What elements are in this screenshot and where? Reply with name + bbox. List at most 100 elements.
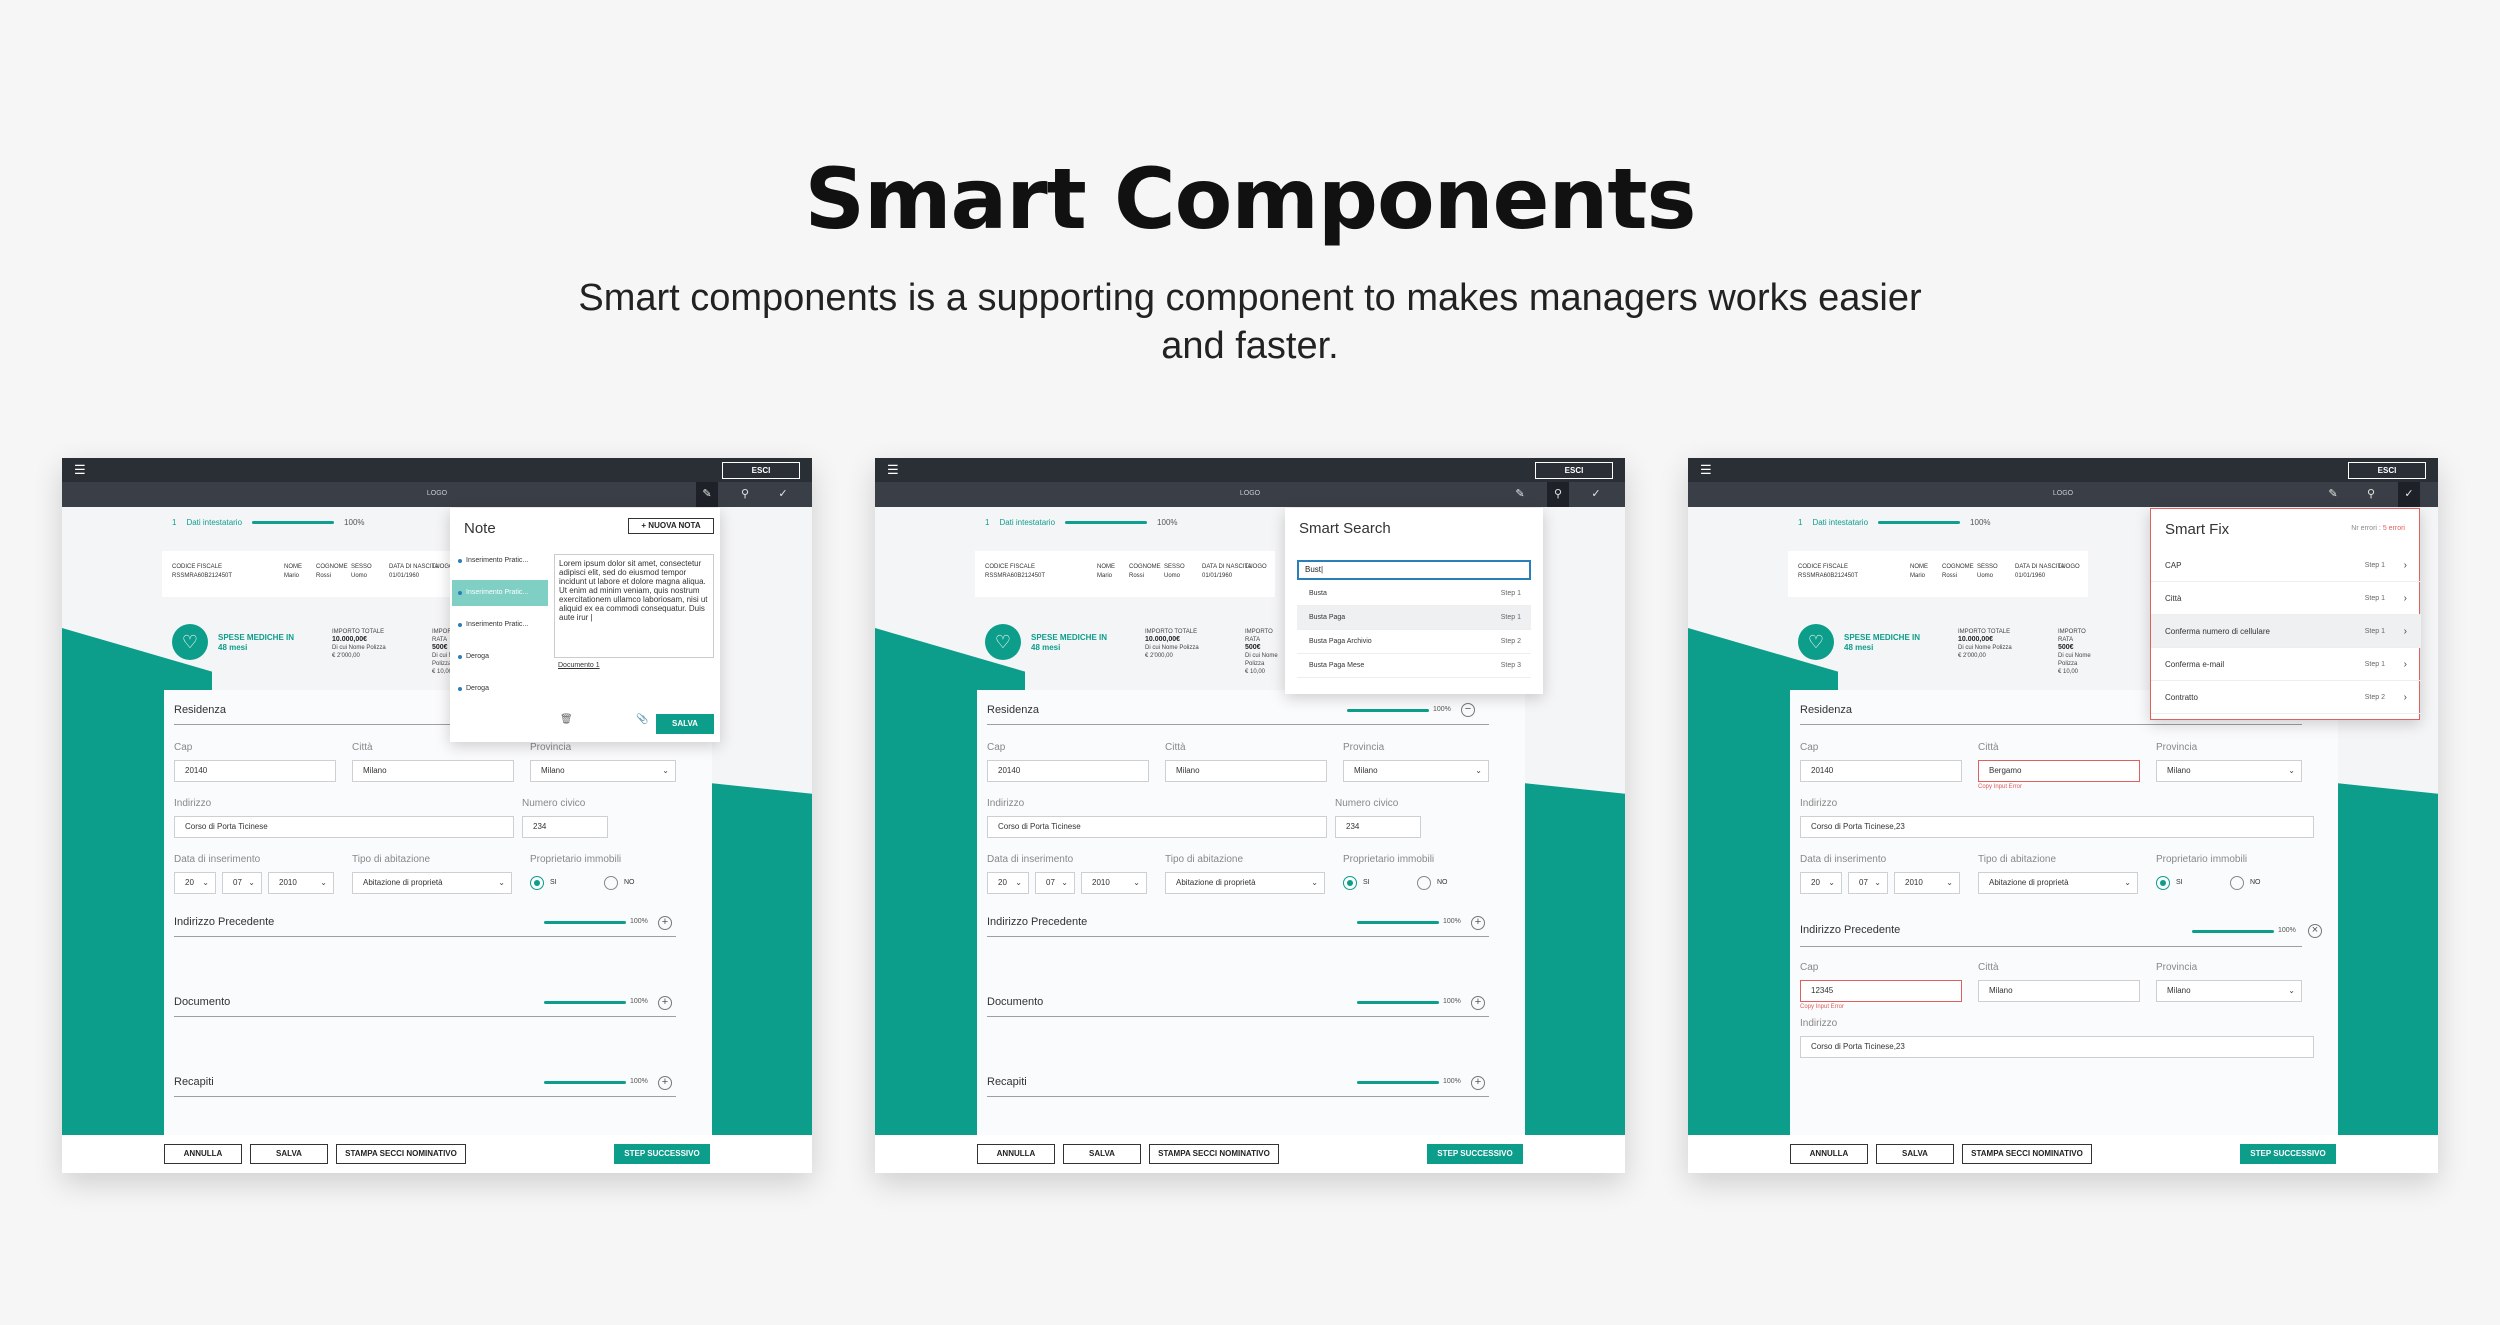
expand-icon[interactable]: + (1471, 916, 1485, 930)
indirizzo-field[interactable]: Corso di Porta Ticinese (987, 816, 1327, 838)
stampa-button[interactable]: STAMPA SECCI NOMINATIVO (1962, 1144, 2092, 1164)
expand-icon[interactable]: + (1471, 996, 1485, 1010)
attach-icon[interactable]: 📎 (636, 714, 648, 725)
search-result[interactable]: Busta Paga Archivio Step 2 (1297, 630, 1531, 654)
annulla-button[interactable]: ANNULLA (977, 1144, 1055, 1164)
year-select[interactable]: 2010 ⌄ (268, 872, 334, 894)
search-result[interactable]: Busta Paga Mese Step 3 (1297, 654, 1531, 678)
step-label[interactable]: Dati intestatario (999, 518, 1055, 527)
tipo-select[interactable]: Abitazione di proprietà ⌄ (352, 872, 512, 894)
cap-field[interactable]: 20140 (987, 760, 1149, 782)
note-list-item[interactable]: Deroga (452, 676, 548, 702)
fix-item[interactable]: Contratto Step 2 › (2151, 681, 2421, 714)
expand-icon[interactable]: + (658, 1076, 672, 1090)
nuova-nota-button[interactable]: + NUOVA NOTA (628, 518, 714, 534)
esci-button[interactable]: ESCI (722, 462, 800, 479)
note-textarea[interactable]: Lorem ipsum dolor sit amet, consectetur … (554, 554, 714, 658)
step-successivo-button[interactable]: STEP SUCCESSIVO (2240, 1144, 2336, 1164)
no-radio[interactable] (1417, 876, 1431, 890)
step-label[interactable]: Dati intestatario (186, 518, 242, 527)
civico-field[interactable]: 234 (522, 816, 608, 838)
cap-field[interactable]: 20140 (174, 760, 336, 782)
mock-screen-fix: ☰ ESCI LOGO ✎ ⚲ ✓ 1 Dati intestatario 100% CODICE… (1688, 458, 2438, 1173)
tipo-select[interactable]: Abitazione di proprietà ⌄ (1165, 872, 1325, 894)
annulla-button[interactable]: ANNULLA (164, 1144, 242, 1164)
provincia-select[interactable]: Milano ⌄ (2156, 760, 2302, 782)
esci-button[interactable]: ESCI (1535, 462, 1613, 479)
fix-tool-icon[interactable]: ✓ (2398, 482, 2420, 507)
expand-icon[interactable]: + (658, 916, 672, 930)
step-successivo-button[interactable]: STEP SUCCESSIVO (1427, 1144, 1523, 1164)
search-result[interactable]: Busta Step 1 (1297, 582, 1531, 606)
year-select[interactable]: 2010 ⌄ (1894, 872, 1960, 894)
step-successivo-button[interactable]: STEP SUCCESSIVO (614, 1144, 710, 1164)
expand-icon[interactable]: + (658, 996, 672, 1010)
fix-item[interactable]: CAP Step 1 › (2151, 549, 2421, 582)
fix-item[interactable]: Conferma numero di cellulare Step 1 › (2151, 615, 2421, 648)
fix-item[interactable]: Città Step 1 › (2151, 582, 2421, 615)
stampa-button[interactable]: STAMPA SECCI NOMINATIVO (336, 1144, 466, 1164)
precedente-progress-bar (2192, 930, 2274, 933)
month-select[interactable]: 07 ⌄ (1035, 872, 1075, 894)
si-radio[interactable] (1343, 876, 1357, 890)
search-input[interactable]: Bust| (1297, 560, 1531, 580)
expand-icon[interactable]: + (1471, 1076, 1485, 1090)
note-list-item[interactable]: Deroga (452, 644, 548, 670)
tipo-select[interactable]: Abitazione di proprietà ⌄ (1978, 872, 2138, 894)
indirizzo-field[interactable]: Corso di Porta Ticinese (174, 816, 514, 838)
citta-field[interactable]: Bergamo (1978, 760, 2140, 782)
salva-button[interactable]: SALVA (1063, 1144, 1141, 1164)
day-select[interactable]: 20 ⌄ (174, 872, 216, 894)
salva-button[interactable]: SALVA (250, 1144, 328, 1164)
prec-provincia-select[interactable]: Milano ⌄ (2156, 980, 2302, 1002)
note-tool-icon[interactable]: ✎ (696, 482, 718, 507)
prec-citta-field[interactable]: Milano (1978, 980, 2140, 1002)
day-select[interactable]: 20 ⌄ (987, 872, 1029, 894)
menu-icon[interactable]: ☰ (74, 463, 90, 476)
menu-icon[interactable]: ☰ (887, 463, 903, 476)
step-label[interactable]: Dati intestatario (1812, 518, 1868, 527)
fix-tool-icon[interactable]: ✓ (1585, 482, 1607, 507)
note-list-item[interactable]: Inserimento Pratic... (452, 580, 548, 606)
prec-indirizzo-field[interactable]: Corso di Porta Ticinese,23 (1800, 1036, 2314, 1058)
si-radio[interactable] (2156, 876, 2170, 890)
provincia-select[interactable]: Milano ⌄ (530, 760, 676, 782)
note-list-item[interactable]: Inserimento Pratic... (452, 612, 548, 638)
fix-tool-icon[interactable]: ✓ (772, 482, 794, 507)
esci-button[interactable]: ESCI (2348, 462, 2426, 479)
no-radio[interactable] (2230, 876, 2244, 890)
month-select[interactable]: 07 ⌄ (1848, 872, 1888, 894)
indirizzo-field[interactable]: Corso di Porta Ticinese,23 (1800, 816, 2314, 838)
cap-field[interactable]: 20140 (1800, 760, 1962, 782)
annulla-button[interactable]: ANNULLA (1790, 1144, 1868, 1164)
search-tool-icon[interactable]: ⚲ (734, 482, 756, 507)
section-divider (987, 936, 1489, 937)
collapse-icon[interactable]: − (1461, 703, 1475, 717)
si-radio[interactable] (530, 876, 544, 890)
document-link[interactable]: Documento 1 (558, 662, 600, 669)
provincia-select[interactable]: Milano ⌄ (1343, 760, 1489, 782)
stampa-button[interactable]: STAMPA SECCI NOMINATIVO (1149, 1144, 1279, 1164)
citta-field[interactable]: Milano (1165, 760, 1327, 782)
close-icon[interactable]: × (2308, 924, 2322, 938)
note-tool-icon[interactable]: ✎ (1509, 482, 1531, 507)
prec-cap-field[interactable]: 12345 (1800, 980, 1962, 1002)
month-select[interactable]: 07 ⌄ (222, 872, 262, 894)
salva-button[interactable]: SALVA (1876, 1144, 1954, 1164)
year-select[interactable]: 2010 ⌄ (1081, 872, 1147, 894)
note-save-button[interactable]: SALVA (656, 714, 714, 734)
note-tool-icon[interactable]: ✎ (2322, 482, 2344, 507)
no-radio[interactable] (604, 876, 618, 890)
search-tool-icon[interactable]: ⚲ (1547, 482, 1569, 507)
section-progress-bar (544, 1001, 626, 1004)
citta-field[interactable]: Milano (352, 760, 514, 782)
fix-item[interactable]: Conferma e-mail Step 1 › (2151, 648, 2421, 681)
note-list-item[interactable]: Inserimento Pratic... (452, 548, 548, 574)
menu-icon[interactable]: ☰ (1700, 463, 1716, 476)
trash-icon[interactable]: 🗑 (560, 714, 573, 725)
civico-field[interactable]: 234 (1335, 816, 1421, 838)
day-select[interactable]: 20 ⌄ (1800, 872, 1842, 894)
search-result[interactable]: Busta Paga Step 1 (1297, 606, 1531, 630)
section-title-2: Recapiti (987, 1076, 1027, 1088)
search-tool-icon[interactable]: ⚲ (2360, 482, 2382, 507)
